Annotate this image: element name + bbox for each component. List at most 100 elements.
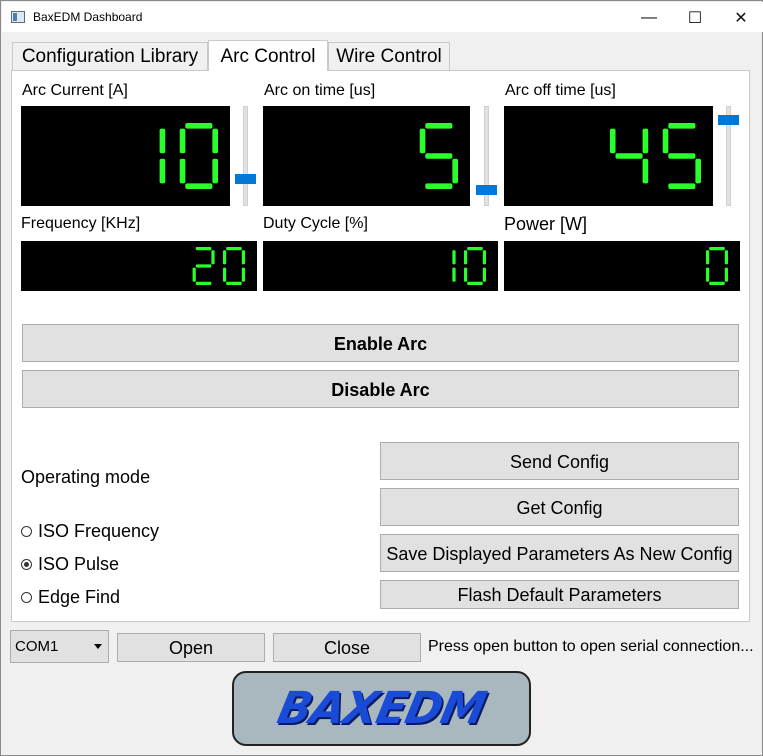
lcd-segment bbox=[222, 250, 227, 265]
lcd-segment bbox=[609, 128, 616, 154]
com-port-value: COM1 bbox=[15, 638, 59, 655]
arc-off-time-label: Arc off time [us] bbox=[505, 82, 616, 99]
lcd-segment bbox=[705, 267, 710, 282]
lcd-segment bbox=[452, 267, 456, 282]
lcd-segment bbox=[212, 158, 218, 184]
lcd-segment bbox=[226, 247, 242, 251]
lcd-segment bbox=[241, 267, 245, 282]
radio-label: Edge Find bbox=[38, 587, 121, 607]
title-bar: BaxEDM Dashboard — ☐ ✕ bbox=[2, 2, 763, 32]
chevron-down-icon[interactable] bbox=[94, 644, 102, 649]
arc-on-time-label: Arc on time [us] bbox=[264, 82, 376, 99]
lcd-segment bbox=[211, 250, 215, 265]
tab-configuration-library[interactable]: Configuration Library bbox=[12, 42, 208, 70]
maximize-button[interactable]: ☐ bbox=[672, 3, 718, 32]
radio-label: ISO Pulse bbox=[38, 554, 120, 574]
duty-cycle-display: 10 bbox=[263, 241, 498, 291]
slider-track bbox=[243, 106, 248, 206]
enable-arc-button[interactable]: Enable Arc bbox=[22, 324, 739, 362]
slider-handle[interactable] bbox=[476, 185, 497, 196]
com-port-select[interactable]: COM1 bbox=[10, 630, 109, 663]
baxedm-logo: BAXEDM bbox=[232, 671, 531, 746]
lcd-digits bbox=[452, 247, 486, 285]
lcd-segment bbox=[179, 158, 186, 184]
lcd-segment bbox=[668, 123, 696, 129]
lcd-segment bbox=[212, 128, 218, 154]
logo-text: BAXEDM bbox=[273, 683, 490, 734]
power-display: 0 bbox=[504, 241, 740, 291]
duty-cycle-label: Duty Cycle [%] bbox=[263, 215, 368, 232]
lcd-segment bbox=[482, 250, 486, 265]
lcd-segment bbox=[463, 267, 468, 282]
status-text: Press open button to open serial connect… bbox=[428, 638, 754, 655]
lcd-segment bbox=[463, 250, 468, 265]
send-config-button[interactable]: Send Config bbox=[380, 442, 739, 480]
lcd-segment bbox=[668, 153, 696, 159]
lcd-digits bbox=[705, 247, 728, 285]
radio-circle[interactable] bbox=[21, 559, 32, 570]
lcd-segment bbox=[179, 128, 186, 154]
lcd-segment bbox=[159, 128, 166, 154]
lcd-segment bbox=[668, 183, 696, 189]
radio-edge-find[interactable]: Edge Find bbox=[21, 587, 120, 608]
lcd-segment bbox=[452, 250, 456, 265]
lcd-segment bbox=[185, 123, 213, 129]
arc-current-display: 10 bbox=[21, 106, 230, 206]
operating-mode-label: Operating mode bbox=[21, 467, 151, 487]
lcd-segment bbox=[724, 267, 728, 282]
lcd-segment bbox=[615, 153, 643, 159]
frequency-display: 20 bbox=[21, 241, 257, 291]
lcd-segment bbox=[467, 247, 483, 251]
frequency-label: Frequency [KHz] bbox=[21, 215, 141, 232]
lcd-segment bbox=[724, 250, 728, 265]
lcd-segment bbox=[467, 281, 483, 285]
lcd-segment bbox=[222, 267, 227, 282]
lcd-digits bbox=[419, 123, 458, 189]
arc-on-time-display: 5 bbox=[263, 106, 470, 206]
open-button[interactable]: Open bbox=[117, 633, 265, 662]
app-icon bbox=[11, 11, 25, 23]
lcd-segment bbox=[192, 267, 196, 282]
lcd-segment bbox=[709, 281, 725, 285]
lcd-segment bbox=[705, 250, 710, 265]
lcd-segment bbox=[695, 158, 701, 184]
lcd-segment bbox=[425, 153, 453, 159]
lcd-digits bbox=[192, 247, 245, 285]
close-window-button[interactable]: ✕ bbox=[718, 3, 763, 32]
lcd-segment bbox=[642, 128, 649, 154]
lcd-segment bbox=[662, 128, 669, 154]
window-title: BaxEDM Dashboard bbox=[33, 10, 143, 24]
save-params-button[interactable]: Save Displayed Parameters As New Config bbox=[380, 534, 739, 572]
lcd-segment bbox=[226, 281, 242, 285]
slider-handle[interactable] bbox=[718, 115, 739, 125]
lcd-digits bbox=[159, 123, 218, 189]
lcd-segment bbox=[709, 247, 725, 251]
lcd-segment bbox=[195, 281, 212, 285]
flash-default-button[interactable]: Flash Default Parameters bbox=[380, 580, 739, 609]
disable-arc-button[interactable]: Disable Arc bbox=[22, 370, 739, 408]
arc-current-label: Arc Current [A] bbox=[22, 82, 128, 99]
lcd-segment bbox=[425, 123, 453, 129]
radio-iso-frequency[interactable]: ISO Frequency bbox=[21, 521, 159, 542]
lcd-segment bbox=[482, 267, 486, 282]
radio-circle[interactable] bbox=[21, 592, 32, 603]
close-button[interactable]: Close bbox=[273, 633, 421, 662]
lcd-segment bbox=[642, 158, 649, 184]
radio-iso-pulse[interactable]: ISO Pulse bbox=[21, 554, 119, 575]
lcd-segment bbox=[419, 128, 426, 154]
lcd-segment bbox=[195, 247, 212, 251]
tab-arc-control[interactable]: Arc Control bbox=[208, 40, 328, 71]
arc-off-time-display: 45 bbox=[504, 106, 713, 206]
lcd-segment bbox=[159, 158, 166, 184]
lcd-segment bbox=[425, 183, 453, 189]
lcd-digits bbox=[609, 123, 701, 189]
lcd-segment bbox=[452, 158, 458, 184]
tab-wire-control[interactable]: Wire Control bbox=[328, 42, 450, 70]
minimize-button[interactable]: — bbox=[626, 3, 672, 32]
lcd-segment bbox=[185, 183, 213, 189]
lcd-segment bbox=[195, 264, 212, 268]
radio-circle[interactable] bbox=[21, 526, 32, 537]
lcd-segment bbox=[241, 250, 245, 265]
slider-handle[interactable] bbox=[235, 173, 256, 184]
get-config-button[interactable]: Get Config bbox=[380, 488, 739, 526]
